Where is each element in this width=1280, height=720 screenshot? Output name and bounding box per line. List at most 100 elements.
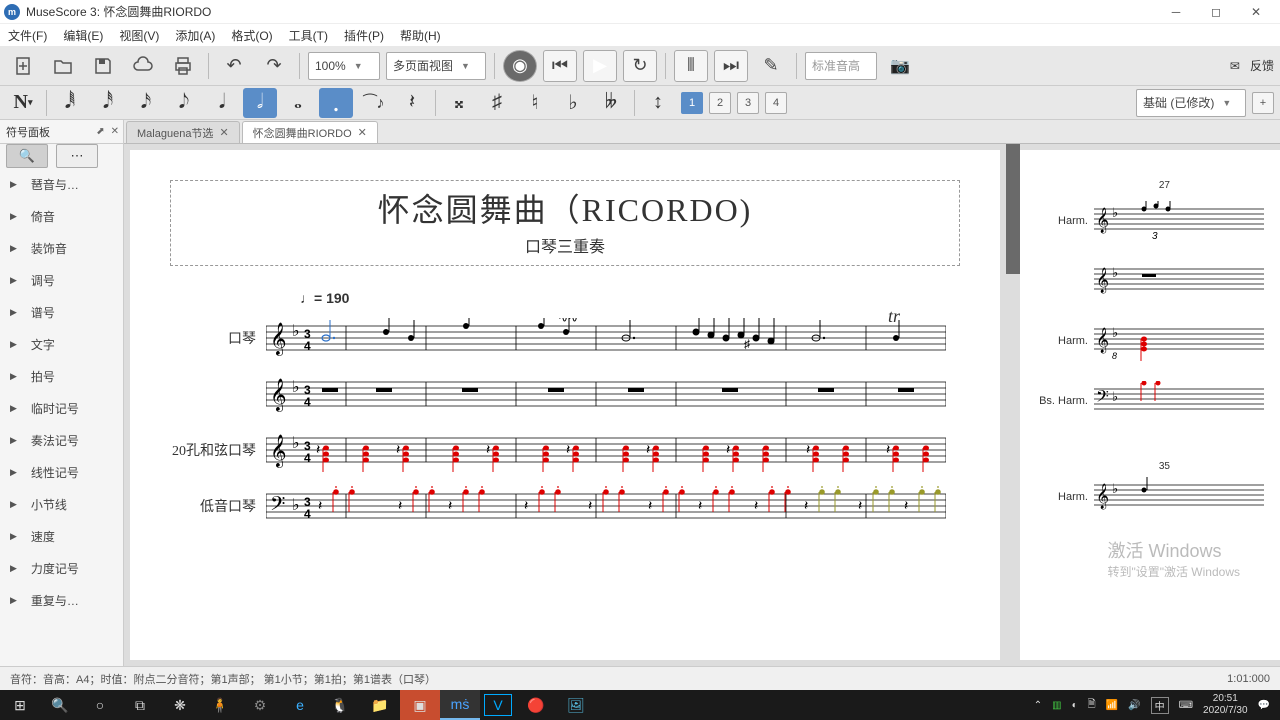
voice-4[interactable]: 4 — [765, 92, 787, 114]
close-icon[interactable]: ✕ — [219, 126, 228, 139]
staff-4[interactable]: 𝄢♭34 𝄽𝄽𝄽𝄽𝄽𝄽𝄽𝄽𝄽𝄽𝄽 — [266, 486, 960, 526]
taskbar-app[interactable]: ⚙ — [240, 690, 280, 720]
instrument-label[interactable]: 低音口琴 — [170, 496, 266, 516]
palette-item[interactable]: ▶力度记号 — [0, 552, 123, 584]
palette-item[interactable]: ▶速度 — [0, 520, 123, 552]
close-icon[interactable]: ✕ — [358, 126, 367, 139]
tempo-marking[interactable]: ♩= 190 — [300, 290, 960, 306]
rest-button[interactable]: 𝄽 — [395, 88, 429, 118]
voice-1[interactable]: 1 — [681, 92, 703, 114]
menu-file[interactable]: 文件(F) — [8, 27, 47, 44]
cloud-button[interactable] — [126, 50, 160, 82]
staff-2[interactable]: 𝄞♭34 — [266, 374, 960, 414]
menu-plugins[interactable]: 插件(P) — [344, 27, 384, 44]
save-button[interactable] — [86, 50, 120, 82]
palette-item[interactable]: ▶谱号 — [0, 296, 123, 328]
palette-close-icon[interactable]: ✕ — [111, 126, 119, 137]
taskbar-app[interactable]: 🧍 — [200, 690, 240, 720]
play-button[interactable]: ▶ — [583, 50, 617, 82]
tray-clock[interactable]: 20:51 — [1203, 693, 1248, 705]
flat-button[interactable]: ♭ — [556, 88, 590, 118]
taskbar-photos[interactable]: 🖼 — [556, 690, 596, 720]
tie-button[interactable]: ⁀♪ — [357, 88, 391, 118]
print-button[interactable] — [166, 50, 200, 82]
palette-item[interactable]: ▶调号 — [0, 264, 123, 296]
duration-dot[interactable]: . — [319, 88, 353, 118]
palette-item[interactable]: ▶线性记号 — [0, 456, 123, 488]
menu-help[interactable]: 帮助(H) — [400, 27, 441, 44]
cortana-button[interactable]: ○ — [80, 690, 120, 720]
tray-icon[interactable]: ◐ — [1072, 700, 1078, 711]
taskbar-app[interactable]: ▣ — [400, 690, 440, 720]
sharp-button[interactable]: ♯ — [480, 88, 514, 118]
tray-notifications-icon[interactable]: 💬 — [1258, 700, 1270, 711]
task-view-button[interactable]: ⧉ — [120, 690, 160, 720]
duration-half[interactable]: 𝅗𝅥 — [243, 88, 277, 118]
taskbar-chrome[interactable]: 🔴 — [516, 690, 556, 720]
open-button[interactable] — [46, 50, 80, 82]
taskbar-app[interactable]: V — [484, 694, 512, 716]
tray-icon[interactable]: 🗎 — [1088, 697, 1096, 714]
close-button[interactable]: ✕ — [1236, 0, 1276, 24]
taskbar-musescore[interactable]: mṡ — [440, 690, 480, 720]
loop-button[interactable]: ↻ — [623, 50, 657, 82]
screenshot-button[interactable]: 📷 — [883, 50, 917, 82]
undo-button[interactable]: ↶ — [217, 50, 251, 82]
tray-ime-icon[interactable]: ⌨ — [1179, 700, 1193, 711]
tray-icon[interactable]: ▥ — [1052, 700, 1061, 711]
palette-item[interactable]: ▶小节线 — [0, 488, 123, 520]
tuning-label[interactable]: 标准音高 — [805, 52, 877, 80]
tray-ime[interactable]: 中 — [1151, 697, 1169, 714]
tray-chevron-icon[interactable]: ⌃ — [1034, 700, 1042, 711]
redo-button[interactable]: ↷ — [257, 50, 291, 82]
new-file-button[interactable] — [6, 50, 40, 82]
palette-item[interactable]: ▶临时记号 — [0, 392, 123, 424]
sharp2-button[interactable]: 𝄪 — [442, 88, 476, 118]
score-viewport[interactable]: 怀念圆舞曲（RICORDO) 口琴三重奏 ♩= 190 tr 口琴 — [124, 144, 1280, 666]
duration-whole[interactable]: 𝅝 — [281, 88, 315, 118]
maximize-button[interactable]: ◻ — [1196, 0, 1236, 24]
menu-edit[interactable]: 编辑(E) — [63, 27, 103, 44]
natural-button[interactable]: ♮ — [518, 88, 552, 118]
palette-float-icon[interactable]: ⬈ — [96, 126, 104, 137]
duration-quarter[interactable]: 𝅘𝅥 — [205, 88, 239, 118]
workspace-combo[interactable]: 基础 (已修改)▼ — [1136, 89, 1246, 117]
staff-3[interactable]: 𝄞♭34 𝄽𝄽𝄽𝄽𝄽𝄽𝄽𝄽 — [266, 430, 960, 470]
duration-32nd[interactable]: 𝅘𝅥𝅰 — [91, 88, 125, 118]
tray-wifi-icon[interactable]: 📶 — [1106, 700, 1118, 711]
palette-item[interactable]: ▶琶音与… — [0, 168, 123, 200]
score-subtitle[interactable]: 口琴三重奏 — [181, 233, 949, 257]
feedback-label[interactable]: 反馈 — [1250, 57, 1274, 74]
midi-input-button[interactable]: ✎ — [754, 50, 788, 82]
taskbar-ie[interactable]: e — [280, 690, 320, 720]
palette-item[interactable]: ▶奏法记号 — [0, 424, 123, 456]
loop-start-button[interactable]: ⦀ — [674, 50, 708, 82]
tray-date[interactable]: 2020/7/30 — [1203, 705, 1248, 717]
palette-item[interactable]: ▶文字 — [0, 328, 123, 360]
score-title[interactable]: 怀念圆舞曲（RICORDO) — [181, 185, 949, 231]
instrument-label[interactable]: 20孔和弦口琴 — [170, 440, 266, 460]
tray-volume-icon[interactable]: 🔊 — [1128, 700, 1140, 711]
duration-64th[interactable]: 𝅘𝅥𝅱 — [53, 88, 87, 118]
metronome-button[interactable]: ◉ — [503, 50, 537, 82]
flip-button[interactable]: ↕ — [641, 88, 675, 118]
zoom-combo[interactable]: 100%▼ — [308, 52, 380, 80]
view-mode-combo[interactable]: 多页面视图▼ — [386, 52, 486, 80]
flat2-button[interactable]: 𝄫 — [594, 88, 628, 118]
vertical-scrollbar[interactable] — [1006, 144, 1020, 666]
search-button[interactable]: 🔍 — [40, 690, 80, 720]
menu-view[interactable]: 视图(V) — [119, 27, 159, 44]
palette-item[interactable]: ▶重复与… — [0, 584, 123, 616]
voice-3[interactable]: 3 — [737, 92, 759, 114]
duration-8th[interactable]: 𝅘𝅥𝅮 — [167, 88, 201, 118]
voice-2[interactable]: 2 — [709, 92, 731, 114]
staff-1[interactable]: 𝄞 ♭ 3 4 — [266, 318, 960, 358]
tab-malaguena[interactable]: Malaguena节选✕ — [126, 121, 240, 143]
note-input-mode[interactable]: N▾ — [6, 88, 40, 118]
minimize-button[interactable]: ─ — [1156, 0, 1196, 24]
tab-ricordo[interactable]: 怀念圆舞曲RIORDO✕ — [242, 121, 378, 143]
rewind-button[interactable]: ⏮ — [543, 50, 577, 82]
menu-format[interactable]: 格式(O) — [231, 27, 272, 44]
palette-item[interactable]: ▶拍号 — [0, 360, 123, 392]
feedback-icon[interactable]: ✉ — [1230, 59, 1240, 73]
